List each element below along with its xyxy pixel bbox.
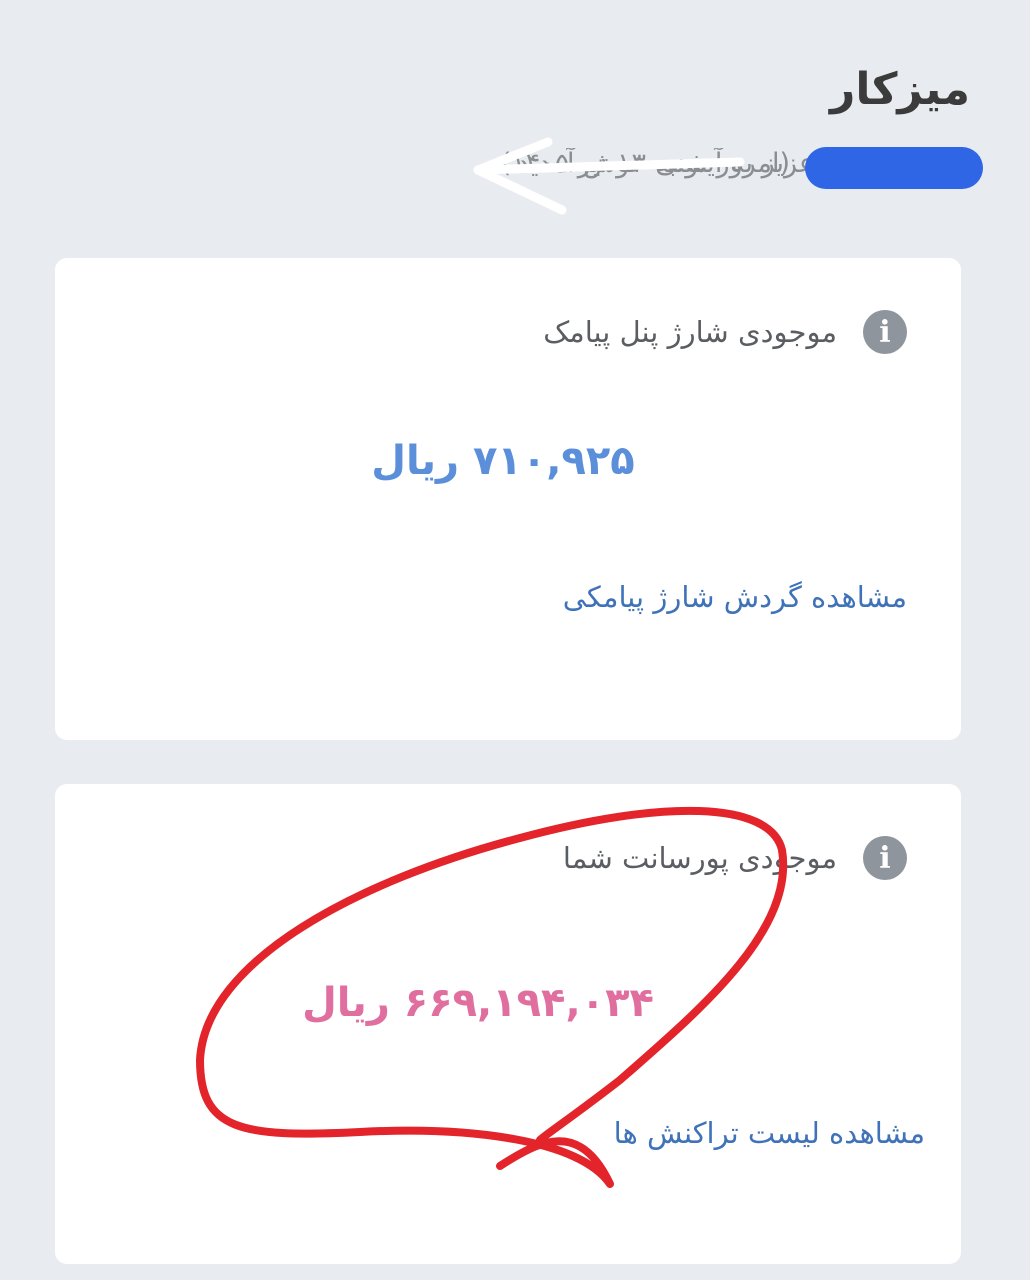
- card-header: i موجودی شارژ پنل پیامک: [543, 310, 907, 354]
- commission-balance-amount: ۶۶۹,۱۹۴,۰۳۴ ریال: [302, 980, 654, 1026]
- card-header: i موجودی پورسانت شما: [563, 836, 907, 880]
- view-sms-charge-history-link[interactable]: مشاهده گردش شارژ پیامکی: [563, 580, 907, 614]
- info-icon[interactable]: i: [863, 310, 907, 354]
- view-transactions-link[interactable]: مشاهده لیست تراکنش ها: [614, 1116, 925, 1150]
- page-title: میزکار: [829, 64, 970, 115]
- date-text: (امروز شنبه ۱۳ تیر ۱۴۰۵): [500, 148, 790, 179]
- name-redaction-marker: [805, 147, 983, 189]
- sms-balance-amount: ۷۱۰,۹۲۵ ریال: [371, 438, 635, 484]
- sms-balance-card: i موجودی شارژ پنل پیامک ۷۱۰,۹۲۵ ریال مشا…: [55, 258, 961, 740]
- card-title: موجودی پورسانت شما: [562, 841, 837, 875]
- commission-balance-card: i موجودی پورسانت شما ۶۶۹,۱۹۴,۰۳۴ ریال مش…: [55, 784, 961, 1264]
- info-icon[interactable]: i: [863, 836, 907, 880]
- card-title: موجودی شارژ پنل پیامک: [543, 315, 837, 349]
